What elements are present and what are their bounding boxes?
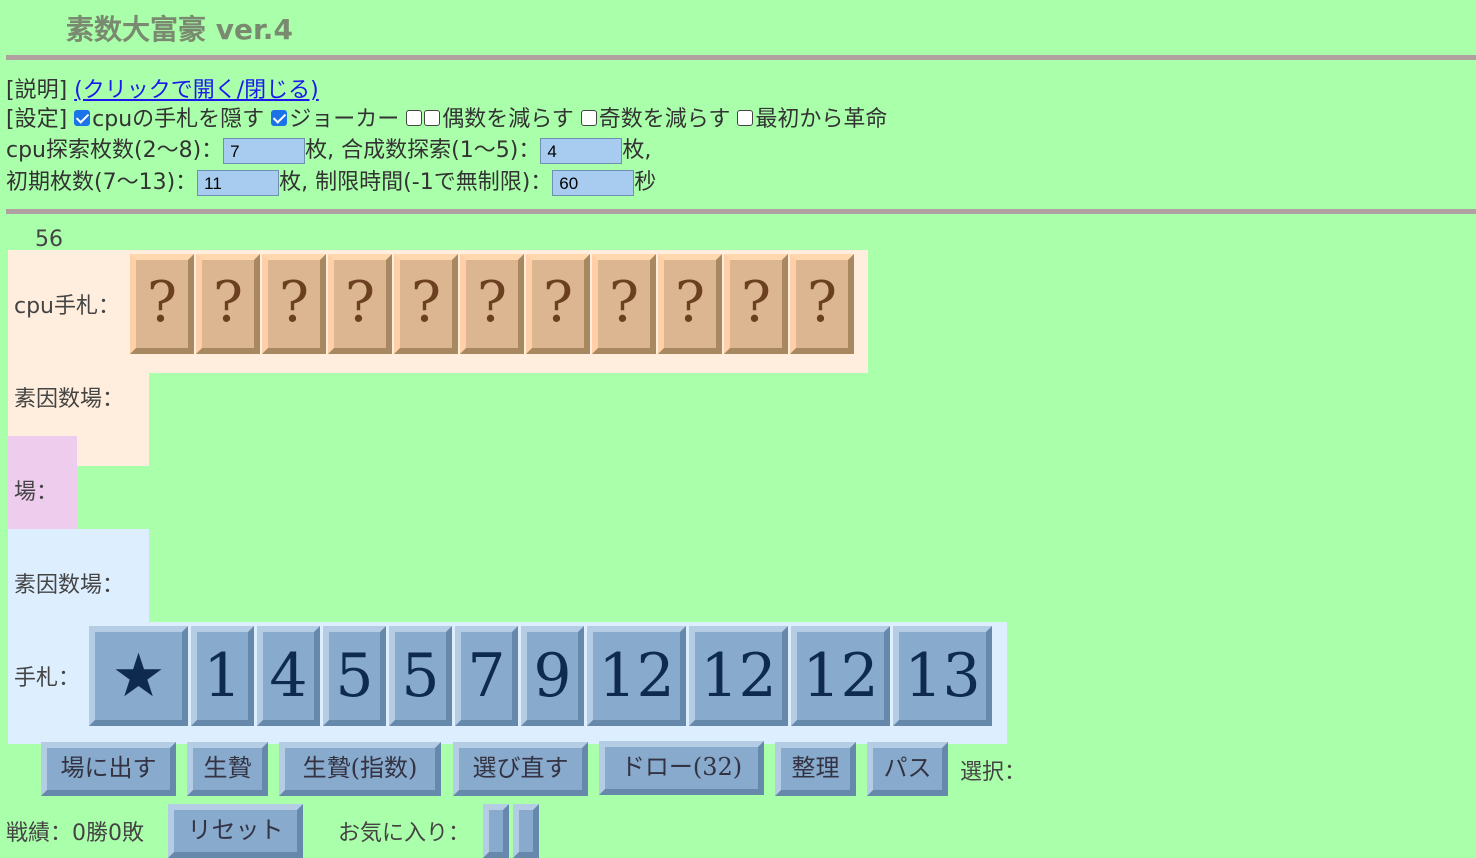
explain-label: [説明] [6, 78, 68, 103]
play-button[interactable]: 場に出す [41, 742, 176, 796]
hide-cpu-label: cpuの手札を隠す [92, 107, 265, 132]
cpu-card: ? [790, 254, 854, 354]
composite-search-label: 合成数探索(1〜5)： [341, 138, 541, 163]
joker-checkbox[interactable] [271, 110, 288, 126]
cpu-card: ? [592, 254, 656, 354]
joker-label: ジョーカー [289, 107, 400, 132]
explain-row: [説明] (クリックで開く/閉じる) [6, 72, 319, 104]
cpu-card: ? [724, 254, 788, 354]
favorite-slot-2[interactable] [513, 804, 539, 858]
initial-count-label: 初期枚数(7〜13)： [6, 170, 198, 195]
divider-top [6, 55, 1476, 60]
search-row: cpu探索枚数(2〜8)： 7 枚, 合成数探索(1〜5)： 4 枚, [6, 132, 651, 164]
initial-count-input[interactable]: 11 [197, 170, 280, 196]
cpu-card: ? [526, 254, 590, 354]
pass-button[interactable]: パス [867, 742, 948, 796]
revolution-label: 最初から革命 [755, 107, 888, 132]
initial-row: 初期枚数(7〜13)： 11 枚, 制限時間(-1で無制限)： 60 秒 [6, 164, 656, 196]
player-factor-label: 素因数場： [14, 573, 125, 598]
reselect-button[interactable]: 選び直す [453, 742, 588, 796]
hand-card[interactable]: 12 [587, 626, 686, 726]
sacrifice-button[interactable]: 生贄 [187, 742, 268, 796]
unit-mai-3: 枚, [279, 170, 309, 195]
cpu-card: ? [658, 254, 722, 354]
cpu-hand-label: cpu手札： [14, 294, 121, 319]
cpu-card: ? [130, 254, 194, 354]
favorites-label: お気に入り： [338, 821, 471, 846]
cpu-card: ? [196, 254, 260, 354]
unit-byo: 秒 [634, 170, 657, 195]
hand-card[interactable]: 13 [893, 626, 992, 726]
timer: 56 [35, 227, 63, 252]
explain-toggle-link[interactable]: (クリックで開く/閉じる) [74, 78, 319, 103]
revolution-checkbox[interactable] [737, 110, 754, 126]
hide-cpu-checkbox[interactable] [74, 110, 91, 126]
reduce-even-checkbox-b[interactable] [424, 110, 441, 126]
cpu-card: ? [262, 254, 326, 354]
hand-card[interactable]: 1 [191, 626, 254, 726]
reduce-odd-label: 奇数を減らす [598, 107, 731, 132]
unit-mai-2: 枚, [622, 138, 652, 163]
hand-card[interactable]: 5 [323, 626, 386, 726]
reduce-even-label: 偶数を減らす [442, 107, 574, 132]
unit-mai-1: 枚, [305, 138, 335, 163]
time-limit-input[interactable]: 60 [552, 170, 635, 196]
hand-card[interactable]: 5 [389, 626, 452, 726]
settings-label: [設定] [6, 107, 68, 132]
field-label: 場： [14, 480, 59, 505]
sacrifice-exponent-button[interactable]: 生贄(指数) [279, 742, 441, 796]
hand-card[interactable]: 7 [455, 626, 518, 726]
draw-button[interactable]: ドロー(32) [599, 741, 764, 795]
cpu-search-label: cpu探索枚数(2〜8)： [6, 138, 224, 163]
sort-button[interactable]: 整理 [775, 742, 856, 796]
divider-mid [6, 209, 1476, 214]
reset-button[interactable]: リセット [168, 804, 303, 858]
cpu-factor-label: 素因数場： [14, 387, 125, 412]
selection-label: 選択： [960, 760, 1027, 785]
favorite-slot-1[interactable] [483, 804, 509, 858]
settings-row: [設定] cpuの手札を隠す ジョーカー 偶数を減らす 奇数を減らす 最初から革… [6, 101, 887, 133]
cpu-card: ? [460, 254, 524, 354]
page-title: 素数大富豪 ver.4 [66, 13, 293, 46]
time-limit-label: 制限時間(-1で無制限)： [315, 170, 553, 195]
cpu-search-input[interactable]: 7 [223, 138, 306, 164]
composite-search-input[interactable]: 4 [540, 138, 623, 164]
hand-card[interactable]: 12 [689, 626, 788, 726]
reduce-odd-checkbox[interactable] [580, 110, 597, 126]
hand-card[interactable]: 9 [521, 626, 584, 726]
record-label: 戦績：0勝0敗 [6, 821, 144, 846]
cpu-card: ? [394, 254, 458, 354]
cpu-card: ? [328, 254, 392, 354]
hand-card[interactable]: 4 [257, 626, 320, 726]
reduce-even-checkbox-a[interactable] [406, 110, 423, 126]
hand-card[interactable]: 12 [791, 626, 890, 726]
player-hand-label: 手札： [14, 666, 81, 691]
joker-card[interactable]: ★ [89, 626, 188, 726]
